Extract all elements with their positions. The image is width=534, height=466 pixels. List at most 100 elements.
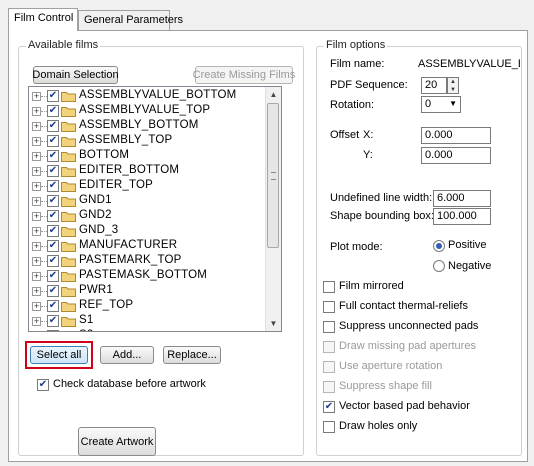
film-checkbox[interactable]: ✔: [47, 240, 59, 252]
film-checkbox[interactable]: ✔: [47, 285, 59, 297]
film-checkbox[interactable]: ✔: [47, 255, 59, 267]
expand-icon[interactable]: +: [32, 197, 41, 206]
suppress-unconnected-pads-checkbox[interactable]: [323, 321, 335, 333]
film-name: PASTEMARK_TOP: [79, 254, 182, 266]
film-row[interactable]: + ✔ BOTTOM: [29, 148, 267, 164]
create-artwork-button[interactable]: Create Artwork: [78, 427, 156, 456]
film-row[interactable]: + ✔ GND2: [29, 208, 267, 224]
film-checkbox[interactable]: ✔: [47, 135, 59, 147]
film-row[interactable]: + ✔ PASTEMASK_BOTTOM: [29, 268, 267, 284]
film-checkbox[interactable]: ✔: [47, 120, 59, 132]
film-checkbox[interactable]: ✔: [47, 300, 59, 312]
film-row[interactable]: +✔S2: [29, 328, 267, 332]
expand-icon[interactable]: +: [32, 122, 41, 131]
expand-icon[interactable]: +: [32, 137, 41, 146]
use-aperture-rotation-checkbox[interactable]: [323, 361, 335, 373]
film-row[interactable]: + ✔ REF_TOP: [29, 298, 267, 314]
vector-based-pad-behavior-checkbox[interactable]: ✔: [323, 401, 335, 413]
film-row[interactable]: + ✔ ASSEMBLY_TOP: [29, 133, 267, 149]
film-mirrored-checkbox[interactable]: [323, 281, 335, 293]
expand-icon[interactable]: +: [32, 302, 41, 311]
create-missing-films-button[interactable]: Create Missing Films: [193, 66, 295, 84]
expand-icon[interactable]: +: [32, 167, 41, 176]
scroll-down-icon[interactable]: ▼: [266, 316, 281, 331]
film-checkbox[interactable]: ✔: [47, 165, 59, 177]
expand-icon[interactable]: +: [32, 227, 41, 236]
full-contact-thermal-reliefs-checkbox[interactable]: [323, 301, 335, 313]
film-row[interactable]: + ✔ PASTEMARK_TOP: [29, 253, 267, 269]
domain-selection-button[interactable]: Domain Selection: [32, 66, 119, 84]
draw-missing-pad-apertures-checkbox[interactable]: [323, 341, 335, 353]
plot-mode-negative-label: Negative: [448, 260, 492, 272]
offset-x-input[interactable]: 0.000: [421, 127, 491, 144]
film-row[interactable]: + ✔ EDITER_BOTTOM: [29, 163, 267, 179]
film-row[interactable]: + ✔ PWR1: [29, 283, 267, 299]
pdf-sequence-input[interactable]: 20: [421, 77, 447, 94]
film-row[interactable]: + ✔ GND1: [29, 193, 267, 209]
film-row[interactable]: + ✔ EDITER_TOP: [29, 178, 267, 194]
film-checkbox[interactable]: ✔: [47, 105, 59, 117]
rotation-select[interactable]: 0 ▼: [421, 96, 461, 113]
tree-scrollbar[interactable]: ▲ ▼: [265, 87, 281, 331]
shape-bounding-box-input[interactable]: 100.000: [433, 208, 491, 225]
film-checkbox[interactable]: ✔: [47, 330, 59, 332]
film-row[interactable]: + ✔ GND_3: [29, 223, 267, 239]
expand-icon[interactable]: +: [32, 212, 41, 221]
expand-icon[interactable]: +: [32, 242, 41, 251]
folder-icon: [61, 182, 76, 192]
film-name: GND1: [79, 194, 112, 206]
tab-general-parameters[interactable]: General Parameters: [78, 10, 183, 31]
film-checkbox[interactable]: ✔: [47, 315, 59, 327]
film-row[interactable]: + ✔ MANUFACTURER: [29, 238, 267, 254]
pdf-sequence-spinner[interactable]: ▲ ▼: [447, 77, 459, 94]
expand-icon[interactable]: +: [32, 257, 41, 266]
film-name: ASSEMBLYVALUE_TOP: [79, 104, 211, 116]
film-row[interactable]: + ✔ ASSEMBLYVALUE_TOP: [29, 103, 267, 119]
checkmark-icon: ✔: [48, 120, 58, 131]
film-checkbox[interactable]: ✔: [47, 225, 59, 237]
expand-icon[interactable]: +: [32, 317, 41, 326]
scroll-thumb[interactable]: [267, 103, 279, 248]
film-checkbox[interactable]: ✔: [47, 90, 59, 102]
undefined-line-width-input[interactable]: 6.000: [433, 190, 491, 207]
checkmark-icon: ✔: [48, 90, 58, 101]
film-name: EDITER_BOTTOM: [79, 164, 180, 176]
checkmark-icon: ✔: [48, 285, 58, 296]
expand-icon[interactable]: +: [32, 287, 41, 296]
checkmark-icon: ✔: [324, 401, 334, 412]
film-checkbox[interactable]: ✔: [47, 210, 59, 222]
scroll-up-icon[interactable]: ▲: [266, 87, 281, 102]
film-checkbox[interactable]: ✔: [47, 195, 59, 207]
checkmark-icon: ✔: [38, 379, 48, 390]
pdf-sequence-label: PDF Sequence:: [330, 79, 408, 91]
expand-icon[interactable]: +: [32, 107, 41, 116]
replace-button[interactable]: Replace...: [163, 346, 221, 364]
film-checkbox[interactable]: ✔: [47, 180, 59, 192]
expand-icon[interactable]: +: [32, 92, 41, 101]
films-tree[interactable]: + ✔ ASSEMBLYVALUE_BOTTOM + ✔ ASSEMBLYVALUE_TO…: [28, 86, 282, 332]
film-checkbox[interactable]: ✔: [47, 150, 59, 162]
select-all-button[interactable]: Select all: [30, 346, 88, 364]
folder-icon: [61, 257, 76, 267]
plot-mode-negative-radio[interactable]: [433, 260, 445, 272]
draw-holes-only-checkbox[interactable]: [323, 421, 335, 433]
checkmark-icon: ✔: [48, 180, 58, 191]
add-button[interactable]: Add...: [100, 346, 154, 364]
offset-y-input[interactable]: 0.000: [421, 147, 491, 164]
film-row[interactable]: + ✔ ASSEMBLYVALUE_BOTTOM: [29, 88, 267, 104]
plot-mode-positive-radio[interactable]: [433, 240, 445, 252]
expand-icon[interactable]: +: [32, 182, 41, 191]
checkmark-icon: ✔: [49, 330, 57, 332]
suppress-shape-fill-checkbox[interactable]: [323, 381, 335, 393]
expand-icon[interactable]: +: [32, 152, 41, 161]
spin-down-icon[interactable]: ▼: [448, 86, 458, 94]
film-row[interactable]: + ✔ ASSEMBLY_BOTTOM: [29, 118, 267, 134]
check-database-checkbox[interactable]: ✔: [37, 379, 49, 391]
film-checkbox[interactable]: ✔: [47, 270, 59, 282]
rotation-value: 0: [425, 98, 432, 110]
spin-up-icon[interactable]: ▲: [448, 78, 458, 86]
film-row[interactable]: + ✔ S1: [29, 313, 267, 329]
tab-film-control[interactable]: Film Control: [8, 8, 78, 31]
checkmark-icon: ✔: [48, 135, 58, 146]
expand-icon[interactable]: +: [32, 272, 41, 281]
